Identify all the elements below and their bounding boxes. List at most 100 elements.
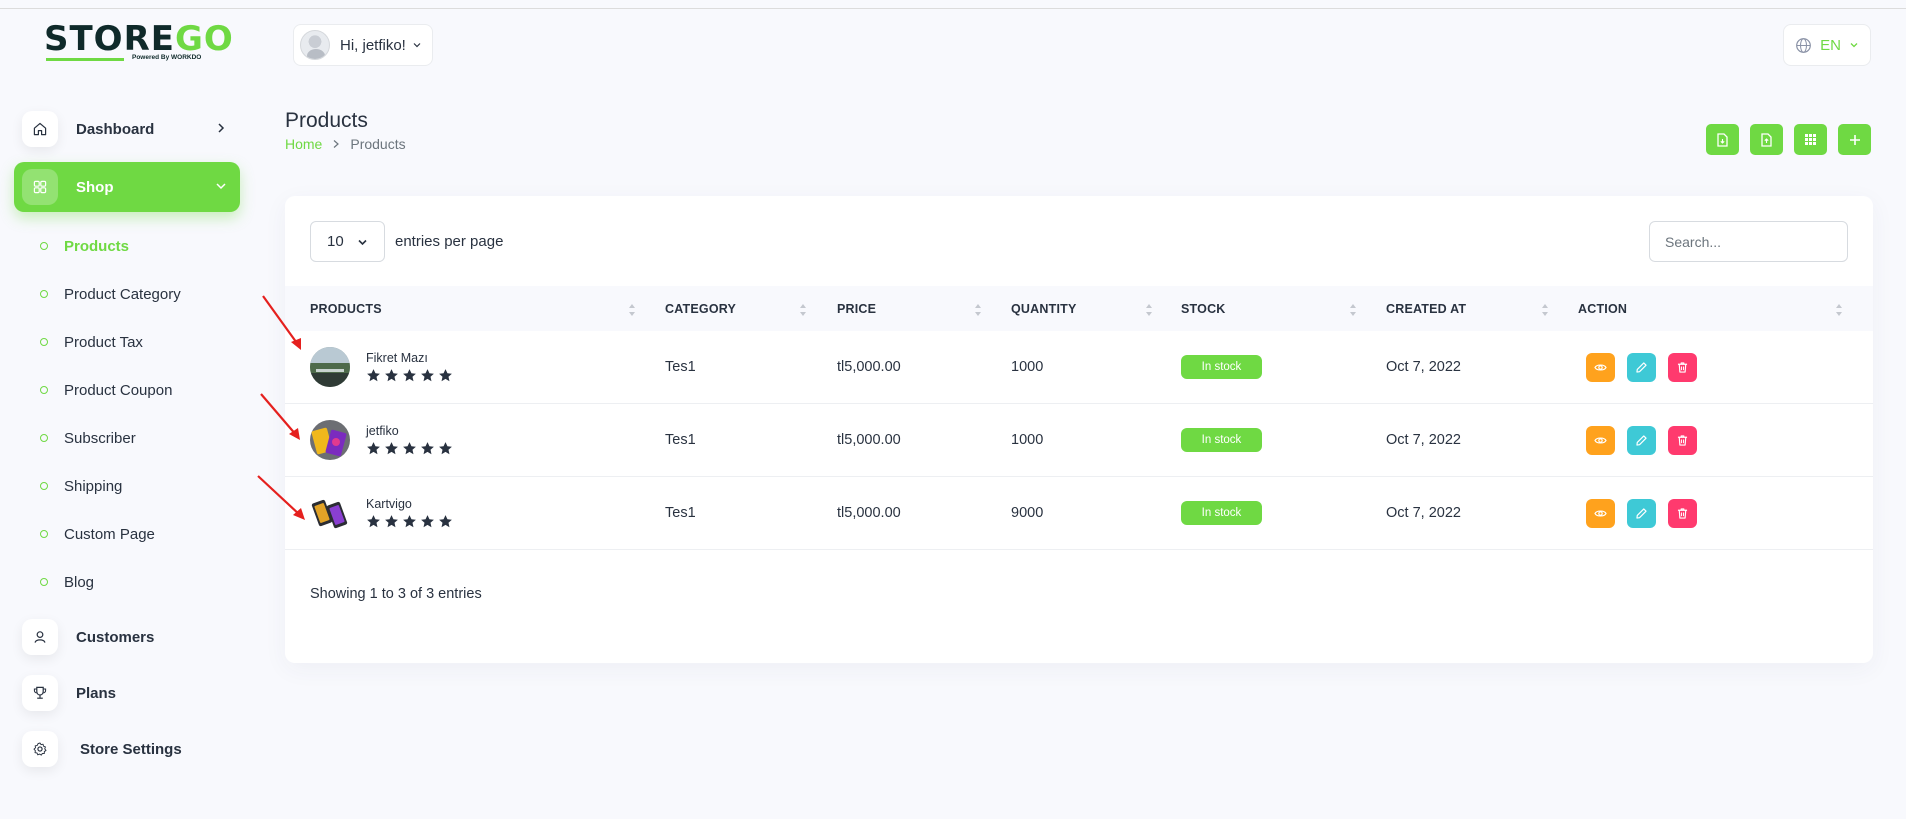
price-cell: tl5,000.00 [837,505,901,521]
sort-icon[interactable] [1349,303,1357,317]
page-size-select[interactable]: 10 [310,221,385,262]
chevron-right-icon [333,140,340,148]
sort-icon[interactable] [1541,303,1549,317]
submenu-item-products[interactable]: Products [14,222,240,270]
eye-icon [1594,509,1607,517]
column-header-action[interactable]: ACTION [1578,286,1627,331]
view-button[interactable] [1586,425,1615,455]
sort-icon[interactable] [1145,303,1153,317]
stock-badge: In stock [1181,428,1262,452]
delete-button[interactable] [1668,352,1697,382]
breadcrumb-current: Products [350,136,406,152]
sidebar-item-shop[interactable]: Shop [14,162,240,212]
delete-button[interactable] [1668,498,1697,528]
storego-logo[interactable]: STOREGO Powered By WORKDO [44,19,233,68]
star-icon [403,442,416,455]
edit-button[interactable] [1627,352,1656,382]
breadcrumb: Home Products [285,136,406,152]
user-icon [22,619,58,655]
entries-label: entries per page [395,233,504,250]
user-greeting: Hi, jetfiko! [340,36,406,54]
chevron-right-icon [218,123,225,133]
file-export-icon [1717,132,1728,147]
submenu-item-custom-page[interactable]: Custom Page [14,510,240,558]
import-button[interactable] [1750,124,1783,155]
sidebar-item-label: Shop [76,178,114,196]
logo-powered-by: Powered By WORKDO [132,54,202,61]
column-header-category[interactable]: CATEGORY [665,286,736,331]
chevron-down-icon [413,43,421,48]
sidebar-item-dashboard[interactable]: Dashboard [14,104,240,154]
star-icon [421,369,434,382]
quantity-cell: 1000 [1011,359,1044,375]
column-header-stock[interactable]: STOCK [1181,286,1226,331]
table-row: Kartvigo Tes1 tl5,000.00 9000 In stock O… [285,477,1873,550]
category-cell: Tes1 [665,359,696,375]
edit-button[interactable] [1627,425,1656,455]
sidebar-item-customers[interactable]: Customers [14,612,240,662]
grid-view-button[interactable] [1794,124,1827,155]
created-at-cell: Oct 7, 2022 [1386,505,1461,521]
products-card: 10 entries per page PRODUCTS CATEGORY PR… [285,196,1873,663]
language-selector[interactable]: EN [1783,24,1871,66]
add-product-button[interactable] [1838,124,1871,155]
star-icon [367,442,380,455]
logo-underline [46,58,124,61]
sidebar-item-store-settings[interactable]: Store Settings [14,724,240,774]
column-header-quantity[interactable]: QUANTITY [1011,286,1077,331]
price-cell: tl5,000.00 [837,432,901,448]
shop-submenu: Products Product Category Product Tax Pr… [14,212,240,612]
search-input[interactable] [1649,221,1848,262]
trash-icon [1677,507,1688,519]
annotation-arrow-icon [260,393,300,440]
product-image[interactable] [310,347,350,387]
sidebar-item-plans[interactable]: Plans [14,668,240,718]
quantity-cell: 9000 [1011,505,1044,521]
product-image[interactable] [310,420,350,460]
star-icon [421,442,434,455]
sort-icon[interactable] [628,303,636,317]
delete-button[interactable] [1668,425,1697,455]
breadcrumb-home-link[interactable]: Home [285,136,322,152]
entries-per-page: 10 entries per page [310,221,503,262]
star-icon [439,515,452,528]
submenu-item-blog[interactable]: Blog [14,558,240,606]
sort-icon[interactable] [1835,303,1843,317]
view-button[interactable] [1586,498,1615,528]
product-name[interactable]: Fikret Mazı [366,351,453,365]
edit-button[interactable] [1627,498,1656,528]
sort-icon[interactable] [974,303,982,317]
pencil-icon [1636,434,1647,446]
sidebar-item-label: Dashboard [76,120,155,138]
category-cell: Tes1 [665,432,696,448]
quantity-cell: 1000 [1011,432,1044,448]
sort-icon[interactable] [799,303,807,317]
view-button[interactable] [1586,352,1615,382]
product-name[interactable]: jetfiko [366,424,453,438]
stock-badge: In stock [1181,501,1262,525]
table-row: jetfiko Tes1 tl5,000.00 1000 In stock Oc… [285,404,1873,477]
column-header-price[interactable]: PRICE [837,286,876,331]
logo-text-store: STORE [44,19,175,59]
page-toolbar [1706,124,1871,155]
submenu-item-shipping[interactable]: Shipping [14,462,240,510]
action-cell [1586,404,1697,476]
chevron-down-icon [216,183,226,190]
column-header-products[interactable]: PRODUCTS [310,286,382,331]
submenu-item-product-tax[interactable]: Product Tax [14,318,240,366]
star-icon [367,515,380,528]
grid-icon [22,169,58,205]
user-menu[interactable]: Hi, jetfiko! [293,24,433,66]
table-header: PRODUCTS CATEGORY PRICE QUANTITY STOCK C… [285,286,1873,331]
star-icon [403,369,416,382]
language-code: EN [1820,36,1841,54]
product-rating [366,441,453,456]
column-header-created-at[interactable]: CREATED AT [1386,286,1466,331]
submenu-item-product-coupon[interactable]: Product Coupon [14,366,240,414]
export-button[interactable] [1706,124,1739,155]
submenu-item-subscriber[interactable]: Subscriber [14,414,240,462]
submenu-item-product-category[interactable]: Product Category [14,270,240,318]
star-icon [421,515,434,528]
product-name[interactable]: Kartvigo [366,497,453,511]
product-cell: Kartvigo [310,477,453,549]
